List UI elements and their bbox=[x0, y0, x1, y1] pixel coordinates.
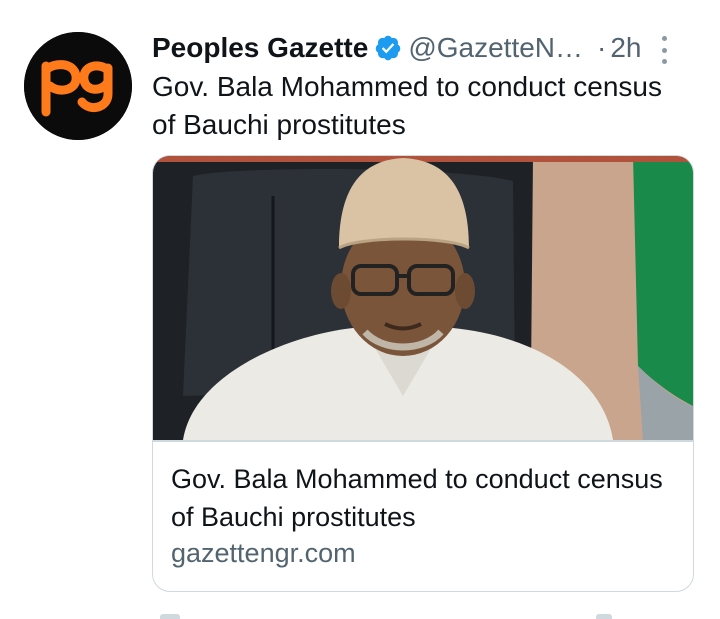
link-card[interactable]: Gov. Bala Mohammed to conduct census of … bbox=[152, 155, 694, 592]
more-vertical-icon[interactable] bbox=[656, 36, 672, 64]
timestamp[interactable]: 2h bbox=[610, 32, 641, 64]
handle[interactable]: @GazetteN… bbox=[408, 32, 583, 64]
separator-dot: · bbox=[597, 32, 607, 63]
card-title[interactable]: Gov. Bala Mohammed to conduct census of … bbox=[171, 460, 681, 536]
news-photo bbox=[153, 156, 693, 440]
avatar[interactable] bbox=[24, 32, 132, 140]
peoples-gazette-logo bbox=[24, 32, 132, 140]
card-image[interactable] bbox=[153, 156, 693, 440]
verified-badge-icon bbox=[376, 35, 401, 61]
next-tweet-edge bbox=[596, 614, 612, 619]
next-tweet-edge bbox=[160, 614, 180, 619]
tweet-text: Gov. Bala Mohammed to conduct census of … bbox=[152, 71, 662, 140]
card-divider bbox=[153, 440, 693, 442]
display-name[interactable]: Peoples Gazette bbox=[152, 32, 368, 64]
card-domain[interactable]: gazettengr.com bbox=[171, 538, 356, 569]
tweet-header: Peoples Gazette @GazetteN… · 2h bbox=[152, 28, 700, 68]
